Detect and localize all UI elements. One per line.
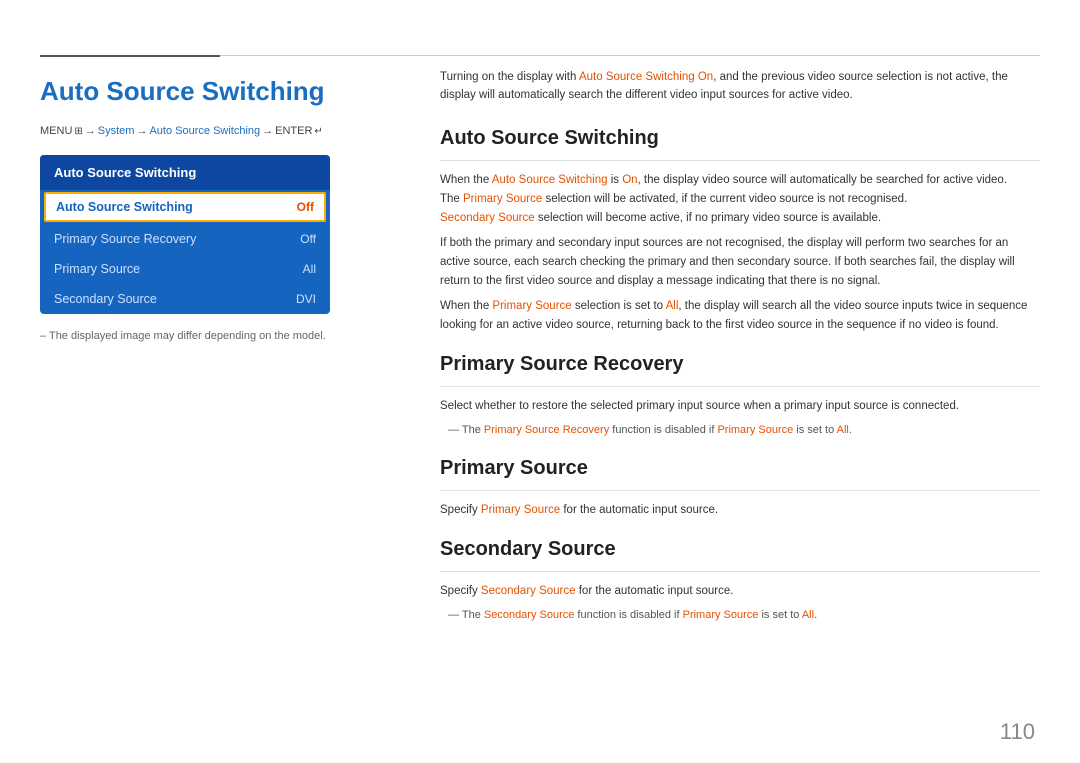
section-body-primary-source: Specify Primary Source for the automatic… [440, 501, 1040, 520]
section-title-auto-source: Auto Source Switching [440, 127, 1040, 150]
section-title-primary-source: Primary Source [440, 457, 1040, 480]
menu-item-primary-recovery[interactable]: Primary Source Recovery Off [40, 224, 330, 254]
menu-item-value: Off [300, 232, 316, 246]
breadcrumb-auto-source: Auto Source Switching [149, 125, 260, 137]
breadcrumb-menu: MENU [40, 125, 72, 137]
breadcrumb-menu-icon: ⊞ [74, 126, 82, 137]
section-primary-recovery: Primary Source Recovery Select whether t… [440, 353, 1040, 439]
intro-highlight: Auto Source Switching On [579, 71, 713, 83]
section-divider [440, 490, 1040, 491]
breadcrumb-arrow3: → [262, 125, 273, 137]
breadcrumb-enter: ENTER [275, 125, 312, 137]
menu-panel: Auto Source Switching Auto Source Switch… [40, 155, 330, 314]
breadcrumb: MENU ⊞ → System → Auto Source Switching … [40, 125, 400, 137]
section-title-primary-recovery: Primary Source Recovery [440, 353, 1040, 376]
section-title-secondary-source: Secondary Source [440, 538, 1040, 561]
breadcrumb-arrow1: → [85, 125, 96, 137]
page-title: Auto Source Switching [40, 76, 400, 107]
section-body-secondary-source: Specify Secondary Source for the automat… [440, 582, 1040, 624]
intro-paragraph: Turning on the display with Auto Source … [440, 68, 1040, 105]
menu-item-value: All [303, 262, 316, 276]
menu-item-primary-source[interactable]: Primary Source All [40, 254, 330, 284]
menu-item-value: DVI [296, 292, 316, 306]
top-accent-rule [40, 55, 220, 57]
breadcrumb-enter-icon: ↵ [314, 126, 322, 137]
left-column: Auto Source Switching MENU ⊞ → System → … [40, 68, 400, 342]
menu-item-value: Off [297, 200, 314, 214]
menu-item-secondary-source[interactable]: Secondary Source DVI [40, 284, 330, 314]
section-body-auto-source: When the Auto Source Switching is On, th… [440, 171, 1040, 335]
menu-item-auto-source-switching[interactable]: Auto Source Switching Off [44, 192, 326, 222]
menu-panel-header: Auto Source Switching [40, 155, 330, 190]
menu-item-label: Auto Source Switching [56, 200, 193, 214]
section-divider [440, 386, 1040, 387]
menu-item-label: Secondary Source [54, 292, 157, 306]
right-column: Turning on the display with Auto Source … [440, 68, 1040, 642]
breadcrumb-system: System [98, 125, 135, 137]
section-primary-source: Primary Source Specify Primary Source fo… [440, 457, 1040, 520]
menu-item-label: Primary Source [54, 262, 140, 276]
section-divider [440, 571, 1040, 572]
section-auto-source-switching: Auto Source Switching When the Auto Sour… [440, 127, 1040, 335]
section-secondary-source: Secondary Source Specify Secondary Sourc… [440, 538, 1040, 624]
section-body-primary-recovery: Select whether to restore the selected p… [440, 397, 1040, 439]
breadcrumb-arrow2: → [136, 125, 147, 137]
menu-item-label: Primary Source Recovery [54, 232, 196, 246]
model-note: – The displayed image may differ dependi… [40, 330, 400, 342]
section-divider [440, 160, 1040, 161]
page-number: 110 [1000, 719, 1035, 745]
